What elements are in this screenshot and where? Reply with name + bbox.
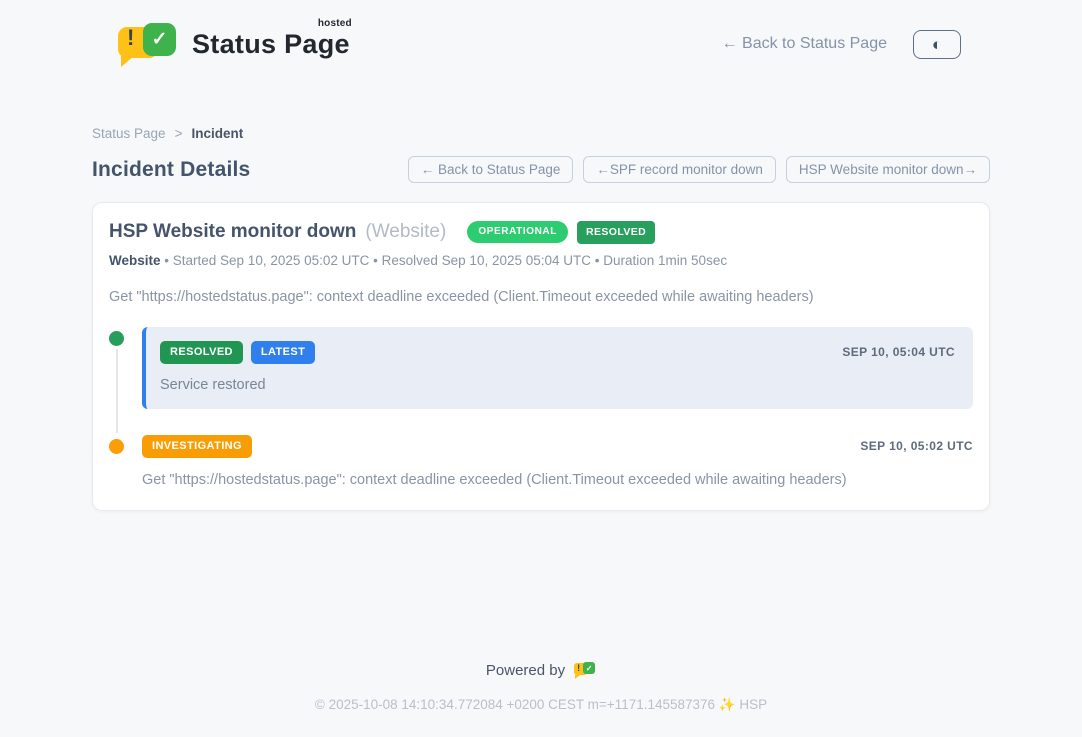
powered-by-label: Powered by <box>486 662 565 679</box>
incident-meta: Website • Started Sep 10, 2025 05:02 UTC… <box>109 253 973 268</box>
meta-component: Website <box>109 253 161 268</box>
exclamation-icon: ! <box>127 25 134 51</box>
next-incident-button[interactable]: HSP Website monitor down→ <box>786 156 990 183</box>
incident-card: HSP Website monitor down (Website) OPERA… <box>92 202 990 511</box>
incident-title: HSP Website monitor down <box>109 221 356 243</box>
brand-superscript: hosted <box>318 18 352 29</box>
timeline-entry-resolved: RESOLVED LATEST SEP 10, 05:04 UTC Servic… <box>109 327 973 409</box>
incident-component: (Website) <box>365 221 446 243</box>
main-content: Status Page > Incident Incident Details … <box>92 76 990 511</box>
timeline-timestamp: SEP 10, 05:02 UTC <box>860 439 973 453</box>
latest-status-badge: LATEST <box>251 341 315 364</box>
footer: Powered by ! ✓ © 2025-10-08 14:10:34.772… <box>0 661 1082 737</box>
operational-badge: OPERATIONAL <box>467 221 568 243</box>
meta-duration: • Duration 1min 50sec <box>595 253 727 268</box>
mini-exclamation-icon: ! <box>577 663 580 673</box>
incident-nav-buttons: ← Back to Status Page ←SPF record monito… <box>408 156 990 183</box>
resolved-badge: RESOLVED <box>577 221 655 244</box>
theme-toggle-button[interactable]: ◐ <box>913 30 961 59</box>
brand-logo[interactable]: ! ✓ Status Pagehosted <box>118 21 350 67</box>
incident-card-header: HSP Website monitor down (Website) OPERA… <box>109 221 973 244</box>
breadcrumb: Status Page > Incident <box>92 126 990 141</box>
powered-by-link[interactable]: Powered by ! ✓ <box>486 661 596 680</box>
timeline-message: Get "https://hostedstatus.page": context… <box>142 472 973 488</box>
header-actions: ← Back to Status Page ◐ <box>722 30 961 59</box>
copyright-text: © 2025-10-08 14:10:34.772084 +0200 CEST … <box>0 697 1082 713</box>
brand-name: Status Pagehosted <box>192 29 350 60</box>
timeline-badges-row: RESOLVED LATEST SEP 10, 05:04 UTC <box>160 341 955 364</box>
timeline-badges-row: INVESTIGATING SEP 10, 05:02 UTC <box>142 435 973 458</box>
status-page-mini-logo-icon: ! ✓ <box>574 661 596 680</box>
incident-timeline: RESOLVED LATEST SEP 10, 05:04 UTC Servic… <box>109 327 973 488</box>
breadcrumb-status-page[interactable]: Status Page <box>92 126 166 141</box>
meta-resolved: • Resolved Sep 10, 2025 05:04 UTC <box>373 253 591 268</box>
mini-bubble-green: ✓ <box>583 662 595 674</box>
prev-incident-button[interactable]: ←SPF record monitor down <box>583 156 776 183</box>
incident-description: Get "https://hostedstatus.page": context… <box>109 289 973 305</box>
meta-started: • Started Sep 10, 2025 05:02 UTC <box>164 253 369 268</box>
mini-check-icon: ✓ <box>586 664 593 673</box>
timeline-dot-orange <box>109 439 124 454</box>
header-back-link[interactable]: ← Back to Status Page <box>722 35 887 53</box>
timeline-message: Service restored <box>160 377 955 393</box>
timeline-timestamp: SEP 10, 05:04 UTC <box>842 345 955 359</box>
header: ! ✓ Status Pagehosted ← Back to Status P… <box>0 0 1082 76</box>
back-to-status-page-button[interactable]: ← Back to Status Page <box>408 156 574 183</box>
breadcrumb-separator: > <box>175 126 183 141</box>
timeline-entry-plain: INVESTIGATING SEP 10, 05:02 UTC Get "htt… <box>142 435 973 488</box>
resolved-status-badge: RESOLVED <box>160 341 243 364</box>
timeline-dot-green <box>109 331 124 346</box>
logo-bubble-green: ✓ <box>143 23 176 56</box>
check-icon: ✓ <box>152 28 168 51</box>
investigating-status-badge: INVESTIGATING <box>142 435 252 458</box>
title-row: Incident Details ← Back to Status Page ←… <box>92 156 990 183</box>
timeline-entry-investigating: INVESTIGATING SEP 10, 05:02 UTC Get "htt… <box>109 435 973 488</box>
page-title: Incident Details <box>92 158 250 182</box>
breadcrumb-incident: Incident <box>191 126 243 141</box>
theme-toggle-icon: ◐ <box>932 36 942 53</box>
status-page-logo-icon: ! ✓ <box>118 21 180 67</box>
timeline-entry-card: RESOLVED LATEST SEP 10, 05:04 UTC Servic… <box>142 327 973 409</box>
